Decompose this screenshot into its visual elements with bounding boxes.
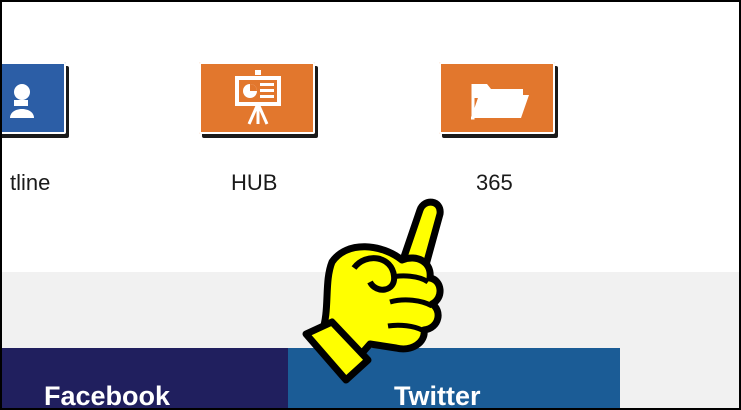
app-tile-hub[interactable] <box>199 62 315 134</box>
facebook-link[interactable]: Facebook <box>2 348 292 410</box>
app-label-hub[interactable]: HUB <box>231 170 277 196</box>
app-label-outline[interactable]: tline <box>10 170 50 196</box>
pointing-hand-icon <box>302 198 444 384</box>
presentation-icon <box>235 70 281 125</box>
page-frame: tline HUB 365 Facebook Twitter <box>0 0 741 410</box>
folder-icon <box>471 84 529 120</box>
app-tile-outline[interactable] <box>2 62 66 134</box>
app-tile-365[interactable] <box>439 62 555 134</box>
app-label-365[interactable]: 365 <box>476 170 513 196</box>
user-card-icon <box>10 84 34 118</box>
facebook-label: Facebook <box>44 381 171 410</box>
